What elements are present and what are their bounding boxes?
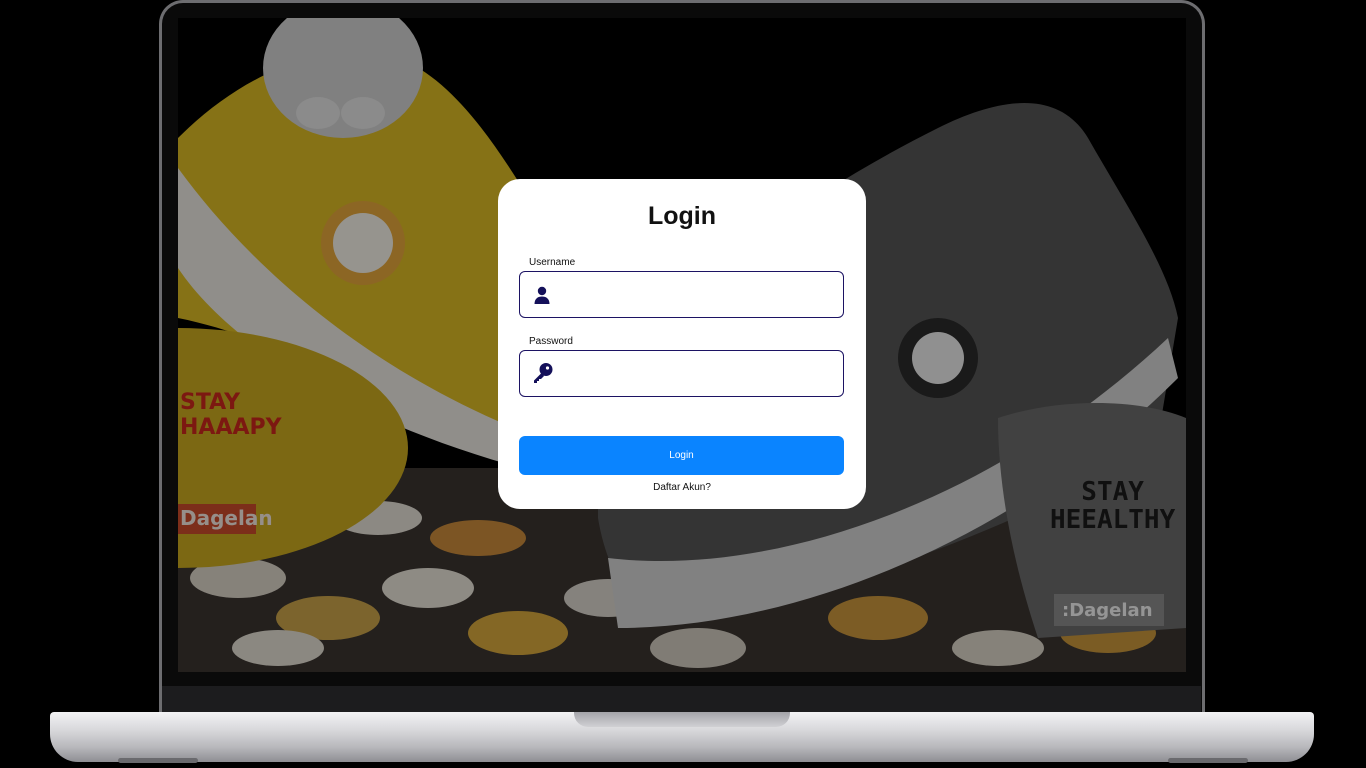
laptop-base-notch bbox=[574, 712, 790, 727]
password-input[interactable] bbox=[564, 357, 834, 390]
login-button[interactable]: Login bbox=[519, 436, 844, 475]
password-label: Password bbox=[529, 336, 573, 347]
user-icon bbox=[532, 285, 552, 305]
app-screen: STAY HAAAPY Dagelan STAY HEEALTHY :Dagel… bbox=[178, 18, 1186, 672]
screen-bezel-bottom bbox=[162, 686, 1201, 714]
username-label: Username bbox=[529, 257, 576, 268]
login-card: Login Username Password Login Daftar Aku… bbox=[498, 179, 866, 509]
password-field[interactable] bbox=[519, 350, 844, 397]
login-title: Login bbox=[647, 202, 717, 230]
username-field[interactable] bbox=[519, 271, 844, 318]
register-link[interactable]: Daftar Akun? bbox=[498, 482, 866, 493]
laptop-foot-left bbox=[118, 758, 198, 763]
laptop-foot-right bbox=[1168, 758, 1248, 763]
username-input[interactable] bbox=[564, 278, 834, 311]
key-icon bbox=[532, 362, 553, 383]
